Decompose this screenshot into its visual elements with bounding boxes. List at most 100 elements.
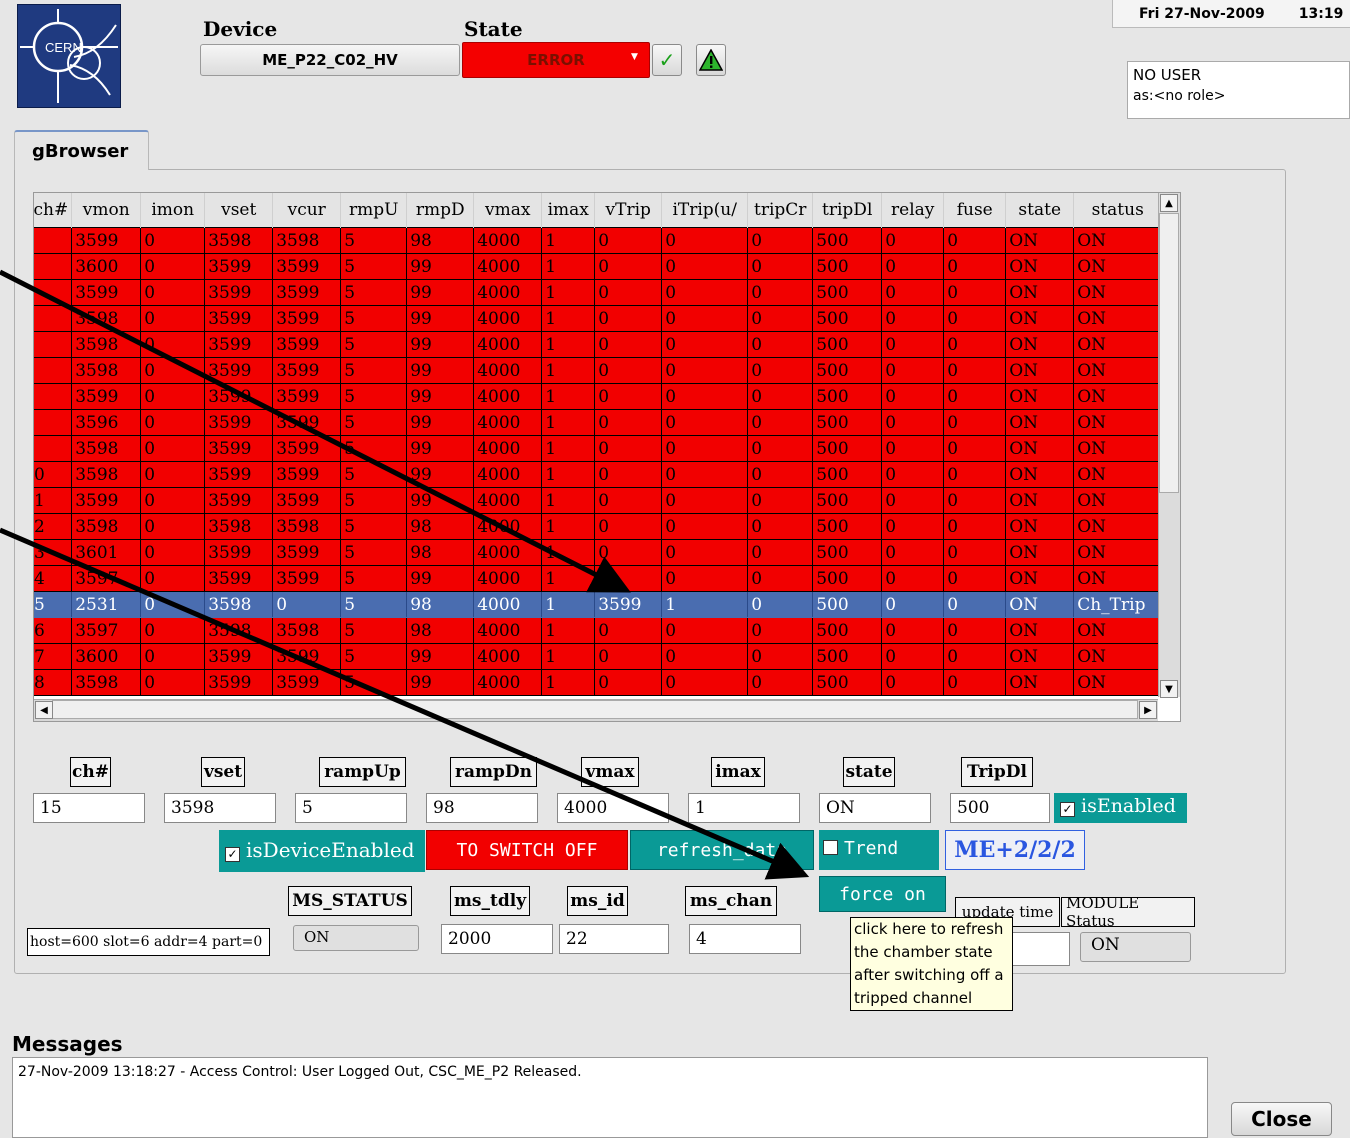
table-cell[interactable]: 5 (340, 357, 408, 384)
table-cell[interactable]: ON (1005, 643, 1075, 670)
table-cell[interactable]: 500 (812, 643, 883, 670)
ms-tdly-input[interactable]: 2000 (441, 924, 553, 954)
table-cell[interactable]: 4000 (473, 409, 543, 436)
table-cell[interactable]: 99 (406, 461, 475, 488)
table-cell[interactable] (34, 435, 73, 462)
ch-input[interactable]: 15 (33, 793, 145, 823)
messages-box[interactable]: 27-Nov-2009 13:18:27 - Access Control: U… (12, 1057, 1208, 1138)
scroll-up-icon[interactable]: ▲ (1160, 194, 1178, 212)
table-cell[interactable]: ON (1005, 409, 1075, 436)
table-cell[interactable]: 0 (747, 305, 814, 332)
table-cell[interactable]: 0 (661, 461, 749, 488)
table-cell[interactable]: 3599 (272, 253, 342, 280)
column-header[interactable]: vmon (71, 193, 142, 228)
table-cell[interactable]: 3598 (71, 331, 142, 358)
table-cell[interactable]: 3598 (71, 357, 142, 384)
column-header[interactable]: imax (541, 193, 596, 228)
table-cell[interactable]: 1 (541, 461, 596, 488)
table-cell[interactable]: 500 (812, 383, 883, 410)
table-cell[interactable]: ON (1073, 305, 1163, 332)
table-cell[interactable]: 99 (406, 669, 475, 696)
table-cell[interactable]: 0 (881, 331, 945, 358)
table-cell[interactable] (34, 279, 73, 306)
table-cell[interactable]: 3598 (272, 513, 342, 540)
table-cell[interactable]: ON (1073, 565, 1163, 592)
table-cell[interactable]: 0 (661, 643, 749, 670)
table-cell[interactable]: 3599 (204, 331, 274, 358)
table-cell[interactable] (34, 305, 73, 332)
table-cell[interactable]: 3599 (71, 227, 142, 254)
table-cell[interactable]: 5 (340, 279, 408, 306)
table-cell[interactable]: 0 (747, 591, 814, 618)
table-cell[interactable]: 0 (747, 227, 814, 254)
table-cell[interactable]: 0 (881, 383, 945, 410)
table-cell[interactable]: ON (1005, 591, 1075, 618)
table-row[interactable]: 3598 0 3599 3599 5 99 4000 1 0 0 0 500 0 0 ON ON (34, 331, 1163, 358)
table-cell[interactable]: 3598 (204, 227, 274, 254)
table-cell[interactable]: 99 (406, 565, 475, 592)
acknowledge-button[interactable]: ✓ (652, 44, 682, 76)
table-cell[interactable]: 5 (340, 617, 408, 644)
table-cell[interactable]: 0 (881, 643, 945, 670)
column-header[interactable]: vTrip (594, 193, 663, 228)
table-cell[interactable]: ON (1005, 539, 1075, 566)
table-cell[interactable]: 0 (881, 253, 945, 280)
table-cell[interactable]: 0 (661, 305, 749, 332)
column-header[interactable]: relay (881, 193, 945, 228)
table-cell[interactable]: 0 (140, 539, 206, 566)
table-cell[interactable]: ON (1005, 253, 1075, 280)
table-cell[interactable]: 4000 (473, 643, 543, 670)
table-cell[interactable]: 0 (881, 565, 945, 592)
close-button[interactable]: Close (1231, 1102, 1332, 1136)
table-cell[interactable]: 0 (661, 331, 749, 358)
table-cell[interactable]: 0 (747, 643, 814, 670)
table-cell[interactable]: 5 (340, 305, 408, 332)
table-cell[interactable]: 0 (747, 565, 814, 592)
table-cell[interactable]: 500 (812, 669, 883, 696)
table-cell[interactable]: 3599 (204, 305, 274, 332)
table-cell[interactable]: 3599 (272, 357, 342, 384)
column-header[interactable]: state (1005, 193, 1075, 228)
table-cell[interactable]: 3598 (204, 513, 274, 540)
table-row[interactable]: 0 3598 0 3599 3599 5 99 4000 1 0 0 0 500 0 0 ON ON (34, 461, 1163, 488)
table-cell[interactable]: 98 (406, 227, 475, 254)
table-cell[interactable]: ON (1005, 279, 1075, 306)
table-cell[interactable]: 0 (943, 669, 1007, 696)
column-header[interactable]: iTrip(u/ (661, 193, 749, 228)
table-cell[interactable]: 0 (140, 227, 206, 254)
table-cell[interactable]: 0 (747, 279, 814, 306)
table-cell[interactable]: ON (1073, 279, 1163, 306)
table-cell[interactable]: 3599 (594, 591, 663, 618)
state-dropdown[interactable]: ERROR (462, 42, 650, 78)
table-cell[interactable]: 0 (594, 461, 663, 488)
table-cell[interactable]: 3601 (71, 539, 142, 566)
table-cell[interactable]: 0 (943, 253, 1007, 280)
table-cell[interactable]: 0 (881, 487, 945, 514)
table-cell[interactable]: 1 (541, 253, 596, 280)
force-on-button[interactable]: force on (819, 876, 946, 912)
table-cell[interactable]: 0 (747, 435, 814, 462)
table-cell[interactable]: 4000 (473, 435, 543, 462)
table-cell[interactable]: 0 (140, 253, 206, 280)
table-cell[interactable]: 0 (747, 253, 814, 280)
table-cell[interactable] (34, 383, 73, 410)
table-cell[interactable]: 0 (943, 565, 1007, 592)
table-cell[interactable]: 1 (541, 227, 596, 254)
table-cell[interactable]: ON (1005, 331, 1075, 358)
chevron-down-icon[interactable]: ▼ (631, 52, 638, 62)
table-cell[interactable]: 3599 (204, 461, 274, 488)
table-cell[interactable]: 0 (747, 383, 814, 410)
table-cell[interactable]: ON (1073, 539, 1163, 566)
table-cell[interactable]: 5 (340, 253, 408, 280)
table-cell[interactable]: 5 (340, 565, 408, 592)
table-cell[interactable]: 0 (943, 227, 1007, 254)
device-name-button[interactable]: ME_P22_C02_HV (200, 44, 460, 76)
table-cell[interactable]: 0 (272, 591, 342, 618)
table-cell[interactable]: 5 (340, 669, 408, 696)
table-cell[interactable]: 0 (140, 591, 206, 618)
vmax-input[interactable]: 4000 (557, 793, 669, 823)
table-cell[interactable]: 1 (541, 591, 596, 618)
table-cell[interactable]: 1 (541, 331, 596, 358)
table-cell[interactable]: 4000 (473, 669, 543, 696)
table-cell[interactable]: 5 (340, 643, 408, 670)
